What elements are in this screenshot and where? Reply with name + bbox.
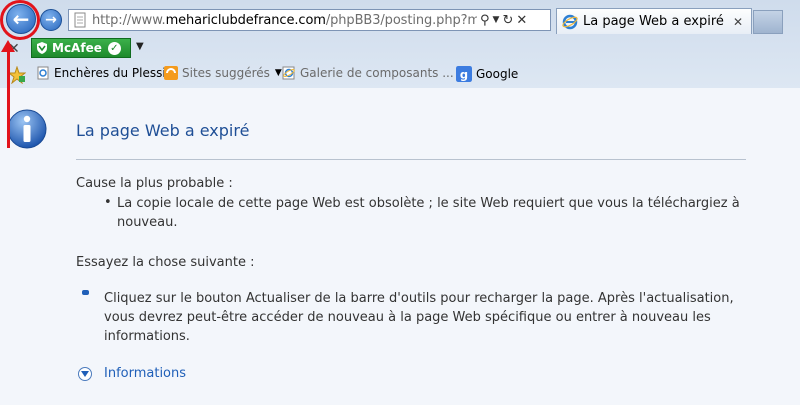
address-bar[interactable]: http://www.mehariclubdefrance.com/phpBB3…	[68, 9, 551, 31]
bullet-icon: •	[104, 195, 112, 210]
forward-button[interactable]: →	[40, 9, 62, 31]
annotation-arrow	[7, 50, 10, 148]
tab-current[interactable]: La page Web a expiré ✕	[556, 8, 752, 34]
favorite-item-sites-suggeres[interactable]: Sites suggérés ▼	[164, 66, 282, 80]
favorites-star-icon[interactable]	[8, 66, 26, 84]
favorite-item-galerie[interactable]: Galerie de composants ... ▼	[282, 66, 466, 80]
annotation-arrow-head	[1, 40, 15, 52]
action-text-line2: vous devrez peut-être accéder de nouveau…	[104, 310, 711, 325]
info-icon	[7, 109, 47, 149]
search-icon[interactable]: ⚲	[480, 13, 490, 28]
new-tab-button[interactable]	[753, 10, 783, 34]
cause-text-line1: La copie locale de cette page Web est ob…	[117, 196, 740, 211]
annotation-circle	[0, 0, 40, 40]
stop-icon[interactable]: ✕	[516, 13, 527, 28]
cause-text-line2: nouveau.	[117, 215, 178, 230]
dropdown-icon[interactable]: ▼	[493, 15, 500, 25]
mcafee-label: McAfee	[52, 41, 102, 55]
favorite-label: Galerie de composants ...	[300, 66, 454, 80]
expand-icon[interactable]	[78, 367, 92, 381]
favorite-item-encheres[interactable]: Enchères du Plessis	[36, 66, 172, 80]
refresh-icon[interactable]: ↻	[502, 13, 513, 28]
google-icon: g	[456, 66, 472, 82]
action-text-line3: informations.	[104, 329, 190, 344]
tab-title: La page Web a expiré	[583, 14, 724, 29]
url-text[interactable]: http://www.mehariclubdefrance.com/phpBB3…	[92, 13, 477, 28]
ie-icon	[562, 14, 578, 29]
mcafee-button[interactable]: McAfee ✓	[31, 38, 131, 58]
bullet-icon	[82, 290, 89, 295]
page-icon	[74, 12, 86, 28]
suggested-sites-icon	[164, 66, 178, 80]
try-label: Essayez la chose suivante :	[76, 255, 255, 270]
mcafee-shield-icon	[37, 42, 47, 54]
tab-close-icon[interactable]: ✕	[733, 15, 743, 29]
divider	[76, 159, 746, 160]
favorite-label: Sites suggérés	[182, 66, 270, 80]
more-information-link[interactable]: Informations	[104, 366, 186, 381]
chevron-down-icon[interactable]: ▼	[136, 41, 144, 52]
ie-icon	[282, 66, 295, 80]
favorite-label: Enchères du Plessis	[54, 66, 172, 80]
favorite-item-google[interactable]: g Google	[456, 66, 518, 82]
cause-label: Cause la plus probable :	[76, 176, 233, 191]
check-icon: ✓	[107, 41, 121, 55]
page-icon	[37, 66, 49, 80]
favorite-label: Google	[476, 67, 519, 81]
forward-arrow-icon: →	[45, 12, 57, 28]
action-text-line1: Cliquez sur le bouton Actualiser de la b…	[104, 291, 734, 306]
page-title: La page Web a expiré	[76, 121, 250, 140]
svg-text:g: g	[460, 68, 468, 82]
chevron-down-icon: ▼	[274, 68, 282, 78]
